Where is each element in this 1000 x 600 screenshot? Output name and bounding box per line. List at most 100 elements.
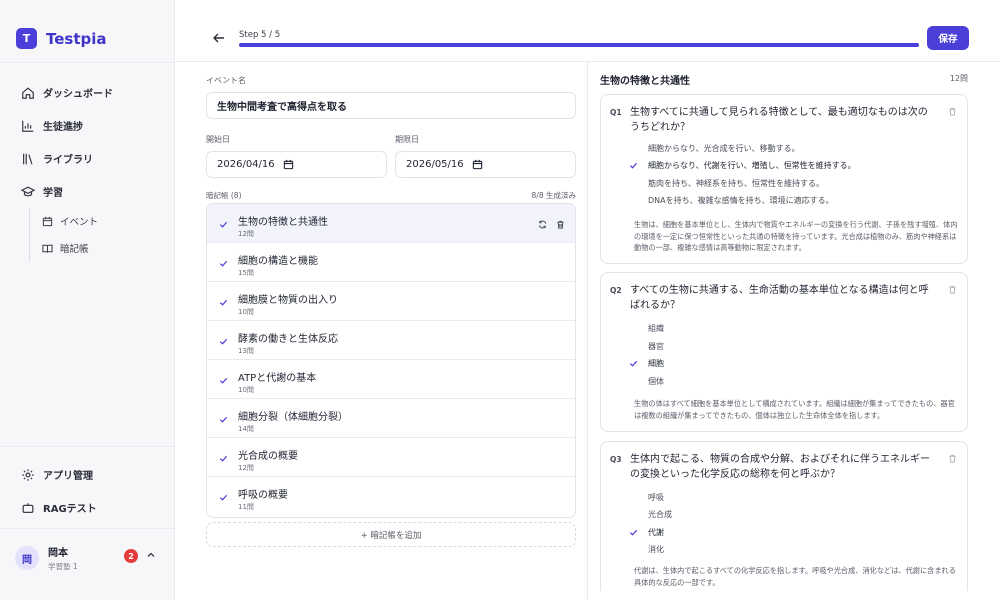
question-number: Q3 — [610, 455, 622, 464]
option: 細胞からなり、光合成を行い、移動する。 — [648, 144, 800, 153]
check-icon — [219, 377, 228, 384]
option: 組織 — [648, 324, 664, 333]
graduation-cap-icon — [21, 186, 35, 196]
notebook-row[interactable]: 呼吸の概要 11問 — [207, 477, 575, 516]
sidebar-item-label: 暗記帳 — [60, 244, 89, 255]
start-date-value: 2026/04/16 — [217, 159, 275, 170]
book-icon — [42, 244, 53, 253]
sidebar-item-label: 生徒進捗 — [43, 122, 83, 133]
notebook-row[interactable]: 細胞分裂（体細胞分裂） 14問 — [207, 399, 575, 438]
notebook-title: 生物の特徴と共通性 — [238, 217, 328, 228]
option-correct: 細胞からなり、代謝を行い、増殖し、恒常性を維持する。 — [648, 161, 856, 170]
notebook-row[interactable]: 光合成の概要 12問 — [207, 438, 575, 477]
trash-icon[interactable] — [948, 454, 957, 463]
due-date-value: 2026/05/16 — [406, 159, 464, 170]
notebook-title: 光合成の概要 — [238, 451, 298, 462]
sidebar-item-rag-test[interactable]: RAGテスト — [21, 500, 97, 515]
notebook-row[interactable]: ATPと代謝の基本 10問 — [207, 360, 575, 399]
sidebar-item-dashboard[interactable]: ダッシュボード — [21, 85, 113, 100]
back-arrow-icon[interactable] — [212, 31, 226, 45]
calendar-icon[interactable] — [283, 159, 294, 170]
sidebar-item-notebook[interactable]: 暗記帳 — [42, 241, 89, 255]
notification-badge[interactable]: 2 — [124, 549, 138, 563]
home-icon — [22, 86, 34, 99]
bot-icon — [22, 502, 34, 513]
notebook-title: 細胞膜と物質の出入り — [238, 295, 338, 306]
question-text: すべての生物に共通する、生命活動の基本単位となる構造は何と呼ばれるか？ — [630, 285, 929, 311]
question-card: Q3 生体内で起こる、物質の合成や分解、およびそれに伴うエネルギーの変換といった… — [600, 441, 968, 591]
add-notebook-button[interactable]: + 暗記帳を追加 — [206, 522, 576, 547]
option-correct: 細胞 — [648, 359, 664, 368]
pane-divider — [587, 62, 588, 600]
sidebar-item-label: ダッシュボード — [43, 89, 113, 100]
trash-icon[interactable] — [948, 107, 957, 116]
progress-fill — [239, 43, 919, 47]
user-menu[interactable]: 岡 岡本 学習塾 1 2 — [15, 544, 160, 572]
user-role: 学習塾 1 — [48, 562, 78, 571]
explanation: 生物の体はすべて細胞を基本単位として構成されています。組織は細胞が集まってできた… — [634, 399, 955, 420]
sidebar-item-label: ライブラリ — [43, 155, 93, 166]
option: 筋肉を持ち、神経系を持ち、恒常性を維持する。 — [648, 179, 824, 188]
notebook-list: 生物の特徴と共通性 12問 細胞の構造と機能 15問 細胞膜と物質の出入り 10… — [206, 203, 576, 518]
event-name-input[interactable]: 生物中間考査で高得点を取る — [206, 92, 576, 119]
library-icon — [23, 153, 33, 164]
notebook-count: 13問 — [238, 347, 254, 355]
check-icon — [219, 338, 228, 345]
check-icon — [629, 529, 638, 536]
notebook-count: 11問 — [238, 503, 254, 511]
sidebar-item-progress[interactable]: 生徒進捗 — [21, 118, 83, 133]
question-text: 生体内で起こる、物質の合成や分解、およびそれに伴うエネルギーの変換といった化学反… — [630, 454, 930, 480]
sidebar-item-event[interactable]: イベント — [42, 214, 98, 228]
calendar-icon[interactable] — [472, 159, 483, 170]
due-date-label: 期限日 — [395, 135, 419, 144]
sidebar-divider — [0, 528, 174, 529]
refresh-icon[interactable] — [538, 220, 547, 229]
sidebar: T Testpia ダッシュボード 生徒進捗 ライブラリ 学習 イベント 暗記帳… — [0, 0, 175, 600]
chevron-up-icon[interactable] — [146, 550, 156, 560]
sidebar-item-label: アプリ管理 — [43, 471, 93, 482]
chart-icon — [22, 120, 34, 132]
notebook-count: 12問 — [238, 230, 254, 238]
question-card: Q1 生物すべてに共通して見られる特徴として、最も適切なものは次のうちどれか？ … — [600, 94, 968, 264]
question-number: Q1 — [610, 108, 622, 117]
user-name: 岡本 — [48, 548, 68, 559]
question-text: 生物すべてに共通して見られる特徴として、最も適切なものは次のうちどれか？ — [630, 107, 928, 133]
option: 器官 — [648, 342, 664, 351]
sidebar-item-app-admin[interactable]: アプリ管理 — [21, 467, 93, 482]
sidebar-divider — [0, 62, 174, 63]
check-icon — [219, 299, 228, 306]
check-icon — [219, 221, 228, 228]
generated-count: 8/8 生成済み — [531, 191, 576, 200]
notebook-title: 酵素の働きと生体反応 — [238, 334, 338, 345]
step-indicator: Step 5 / 5 — [239, 30, 281, 40]
avatar: 岡 — [15, 546, 39, 570]
check-icon — [219, 455, 228, 462]
notebook-row[interactable]: 酵素の働きと生体反応 13問 — [207, 321, 575, 360]
notebook-title: 細胞分裂（体細胞分裂） — [238, 412, 348, 423]
trash-icon[interactable] — [948, 285, 957, 294]
brand-logo: T — [16, 28, 37, 49]
start-date-input[interactable]: 2026/04/16 — [206, 151, 387, 178]
subnav-line — [29, 208, 30, 262]
check-icon — [219, 416, 228, 423]
save-button[interactable]: 保存 — [927, 26, 969, 50]
trash-icon[interactable] — [556, 220, 565, 229]
option: DNAを持ち、複雑な感情を持ち、環境に適応する。 — [648, 196, 834, 205]
sidebar-item-learning[interactable]: 学習 — [21, 184, 63, 199]
check-icon — [629, 360, 638, 367]
notebook-row[interactable]: 細胞膜と物質の出入り 10問 — [207, 282, 575, 321]
option: 呼吸 — [648, 493, 664, 502]
notebook-count: 12問 — [238, 464, 254, 472]
progress-bar — [239, 43, 919, 47]
notebook-row[interactable]: 生物の特徴と共通性 12問 — [207, 204, 575, 243]
due-date-input[interactable]: 2026/05/16 — [395, 151, 576, 178]
user-info: 岡本 学習塾 1 — [48, 544, 78, 572]
option: 消化 — [648, 545, 664, 554]
notebook-row[interactable]: 細胞の構造と機能 15問 — [207, 243, 575, 282]
sidebar-item-label: 学習 — [43, 188, 63, 199]
sidebar-item-library[interactable]: ライブラリ — [21, 151, 93, 166]
gear-icon — [22, 468, 34, 481]
question-card: Q2 すべての生物に共通する、生命活動の基本単位となる構造は何と呼ばれるか？ 組… — [600, 272, 968, 432]
option-correct: 代謝 — [648, 528, 664, 537]
brand[interactable]: T Testpia — [16, 28, 107, 49]
